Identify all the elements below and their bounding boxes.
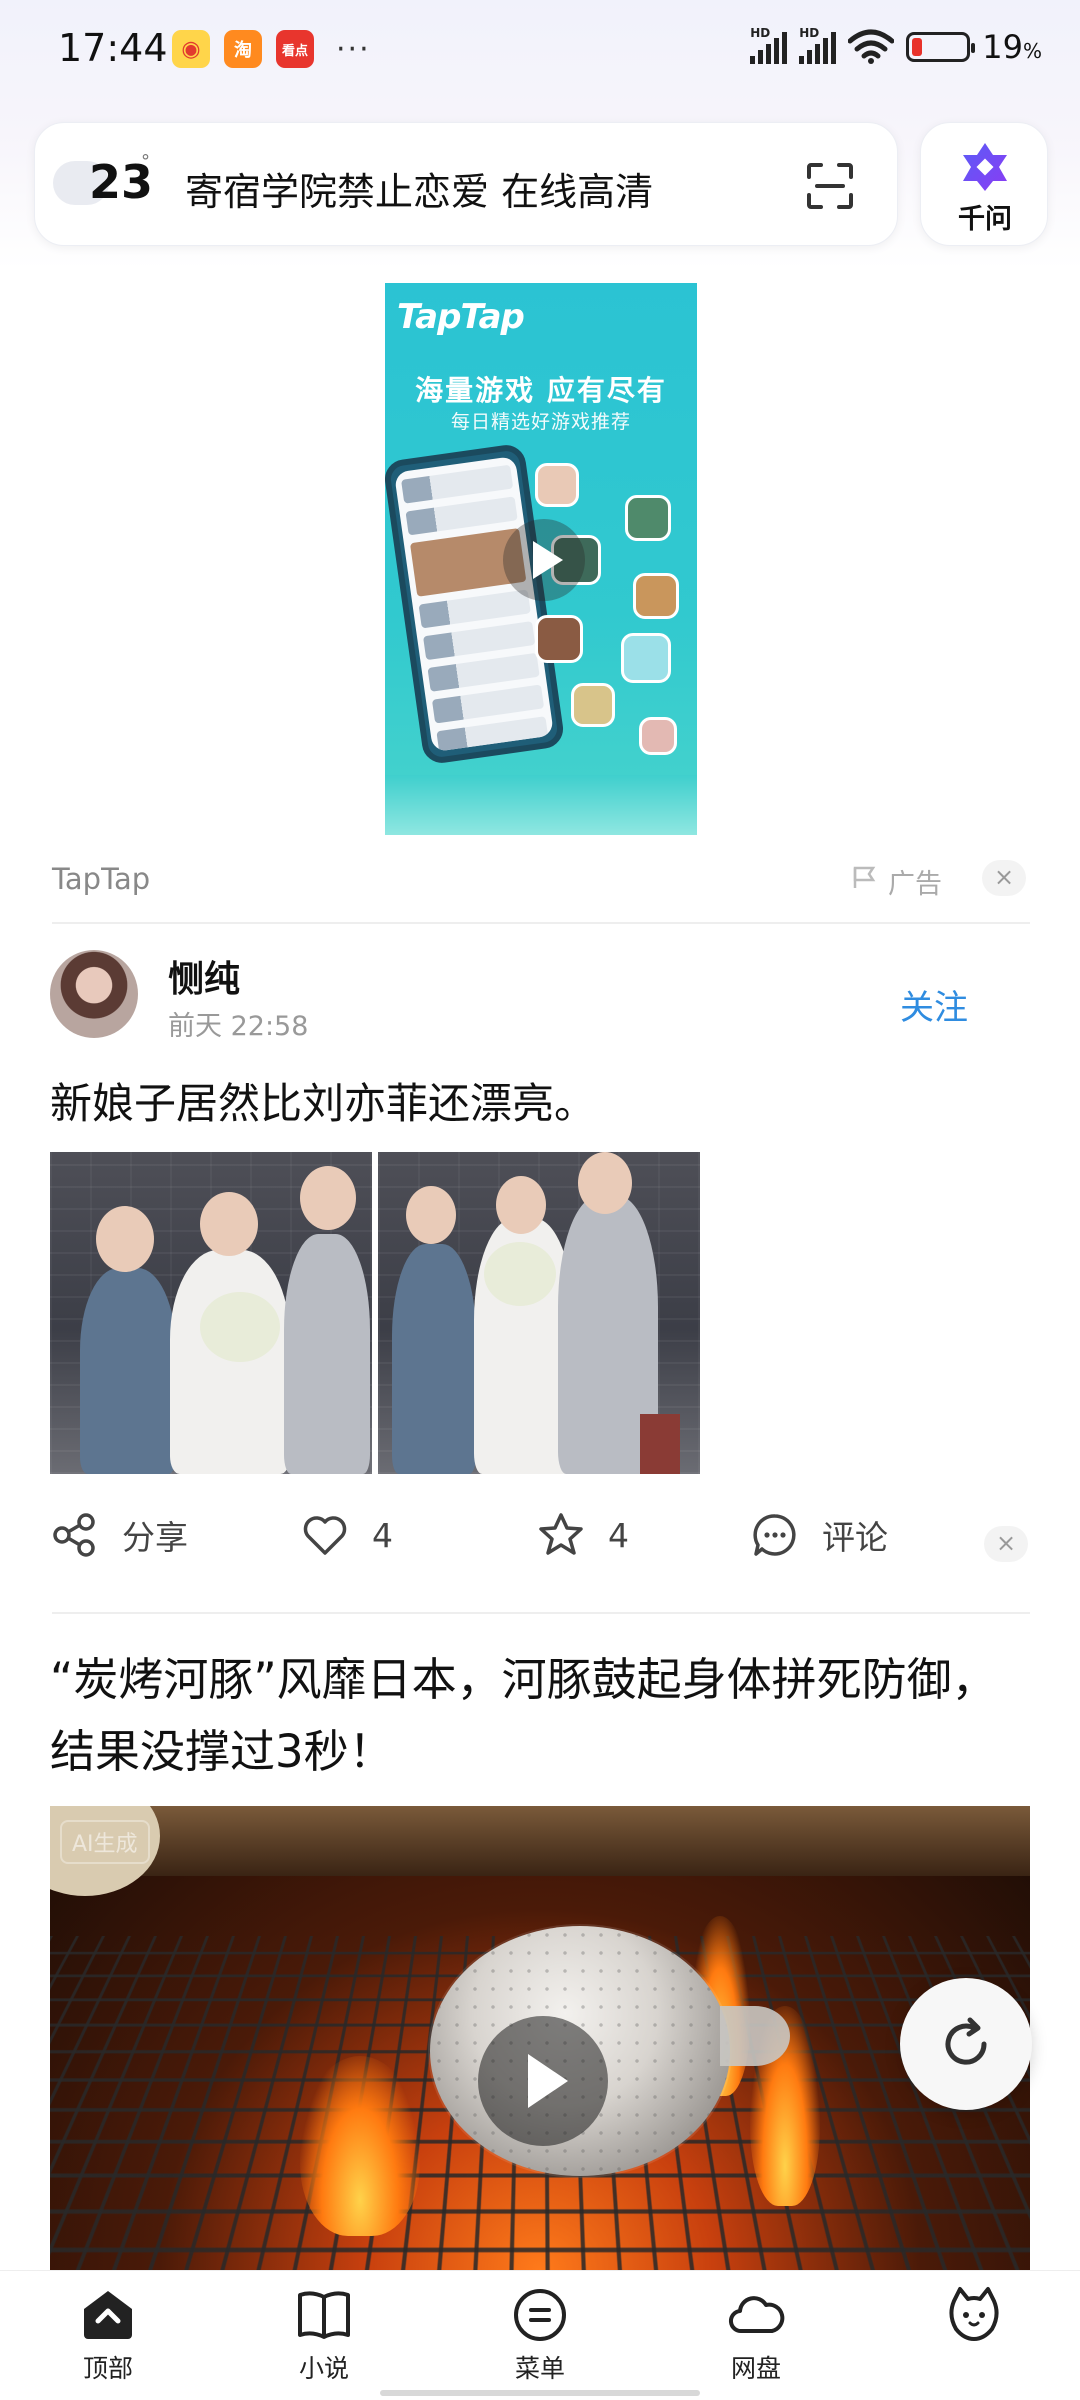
battery-value: 19 — [982, 28, 1023, 66]
favorite-button[interactable]: 4 — [536, 1510, 629, 1560]
nav-cloud-disk-label: 网盘 — [730, 2354, 781, 2383]
ad-banner[interactable]: TapTap 海量游戏 应有尽有 每日精选好游戏推荐 — [385, 283, 697, 835]
game-icon — [571, 683, 615, 727]
ad-play-button[interactable] — [503, 519, 585, 601]
table-edge — [50, 1806, 1030, 1876]
bouquet — [484, 1242, 556, 1306]
bouquet — [200, 1292, 280, 1362]
signal-icon-2: HD — [799, 26, 837, 64]
post-photo-2[interactable] — [378, 1152, 700, 1474]
game-icon — [621, 633, 671, 683]
wifi-icon — [848, 29, 895, 64]
share-icon — [53, 1513, 95, 1557]
nav-menu-label: 菜单 — [514, 2354, 565, 2383]
scan-icon[interactable] — [805, 161, 855, 211]
system-icons: HD HD 19% — [750, 26, 1042, 66]
nav-menu[interactable]: 菜单 — [480, 2285, 600, 2385]
username[interactable]: 恻纯 — [168, 950, 240, 1002]
hd-label: HD — [799, 26, 820, 40]
degree-symbol: ° — [141, 151, 150, 172]
nav-profile[interactable] — [914, 2285, 1034, 2349]
refresh-button[interactable] — [900, 1978, 1032, 2110]
game-icon — [625, 495, 671, 541]
battery-icon — [906, 32, 976, 62]
kandian-icon: 看点 — [276, 30, 314, 68]
search-bar[interactable]: 23 ° 寄宿学院禁止恋爱 在线高清 — [34, 122, 898, 246]
game-icon — [633, 573, 679, 619]
game-icon — [639, 717, 677, 755]
video-play-button[interactable] — [478, 2016, 608, 2146]
comment-icon — [753, 1514, 796, 1556]
taptap-logo: TapTap — [397, 297, 525, 337]
cloud-icon — [729, 2296, 785, 2334]
ai-generated-badge: AI生成 — [60, 1820, 150, 1864]
nav-top-label: 顶部 — [82, 2354, 133, 2383]
avatar[interactable] — [50, 950, 138, 1038]
post-text[interactable]: 新娘子居然比刘亦菲还漂亮。 — [50, 1070, 596, 1131]
qianwen-logo-icon — [963, 143, 1007, 191]
ad-label: 广告 — [888, 869, 942, 900]
comment-button[interactable]: 评论 — [750, 1510, 888, 1560]
post-close-button[interactable]: × — [984, 1526, 1028, 1562]
ad-source[interactable]: TapTap — [52, 862, 150, 896]
ad-flag-icon — [853, 866, 876, 888]
follow-button[interactable]: 关注 — [900, 980, 968, 1029]
book-icon — [298, 2291, 350, 2339]
cat-avatar-icon — [949, 2287, 999, 2341]
weibo-icon: ◉ — [172, 30, 210, 68]
up-arrow-icon — [84, 2291, 132, 2339]
ad-subtitle: 每日精选好游戏推荐 — [450, 411, 631, 433]
notification-icons: ◉ 淘 看点 ··· — [172, 30, 371, 68]
comment-label: 评论 — [822, 1518, 888, 1557]
more-notifications-icon: ··· — [336, 31, 371, 67]
gesture-bar — [380, 2390, 700, 2396]
like-button[interactable]: 4 — [300, 1510, 393, 1560]
taobao-icon: 淘 — [224, 30, 262, 68]
menu-icon — [514, 2289, 566, 2341]
post-actions: 分享 4 4 评论 × — [50, 1510, 1030, 1580]
qianwen-button[interactable]: 千问 — [920, 122, 1048, 246]
ad-footer — [385, 775, 697, 835]
article-video-thumbnail[interactable]: AI生成 — [50, 1806, 1030, 2270]
game-icon — [535, 463, 579, 507]
nav-novel-label: 小说 — [298, 2354, 349, 2383]
chair — [640, 1414, 680, 1474]
qianwen-label: 千问 — [958, 204, 1012, 235]
battery-unit: % — [1022, 39, 1042, 63]
post-time: 前天 22:58 — [168, 1011, 309, 1042]
signal-icon-1: HD — [750, 26, 788, 64]
favorite-count: 4 — [608, 1515, 629, 1555]
clock: 17:44 — [58, 26, 168, 70]
battery-percent: 19% — [982, 28, 1042, 66]
ad-meta-row: TapTap 广告 × — [52, 858, 1030, 902]
ad-slogan: 海量游戏 应有尽有 — [415, 374, 667, 407]
nav-cloud-disk[interactable]: 网盘 — [696, 2285, 816, 2385]
hd-label: HD — [750, 26, 771, 40]
like-count: 4 — [372, 1515, 393, 1555]
refresh-icon — [945, 2017, 987, 2065]
star-icon — [539, 1513, 583, 1555]
nav-novel[interactable]: 小说 — [264, 2285, 384, 2385]
bottom-nav: 顶部 小说 菜单 网盘 — [0, 2270, 1080, 2400]
share-label: 分享 — [122, 1518, 188, 1557]
share-button[interactable]: 分享 — [50, 1510, 188, 1560]
battery-level — [912, 38, 923, 56]
nav-top[interactable]: 顶部 — [48, 2285, 168, 2385]
divider — [52, 922, 1030, 924]
search-query[interactable]: 寄宿学院禁止恋爱 在线高清 — [185, 161, 653, 216]
article-title[interactable]: “炭烤河豚”风靡日本，河豚鼓起身体拼死防御，结果没撑过3秒！ — [50, 1644, 1010, 1788]
game-icon — [535, 615, 583, 663]
ad-close-button[interactable]: × — [982, 860, 1026, 896]
flame — [300, 2056, 420, 2236]
divider — [52, 1612, 1030, 1614]
heart-icon — [303, 1516, 347, 1555]
post-photo-1[interactable] — [50, 1152, 372, 1474]
